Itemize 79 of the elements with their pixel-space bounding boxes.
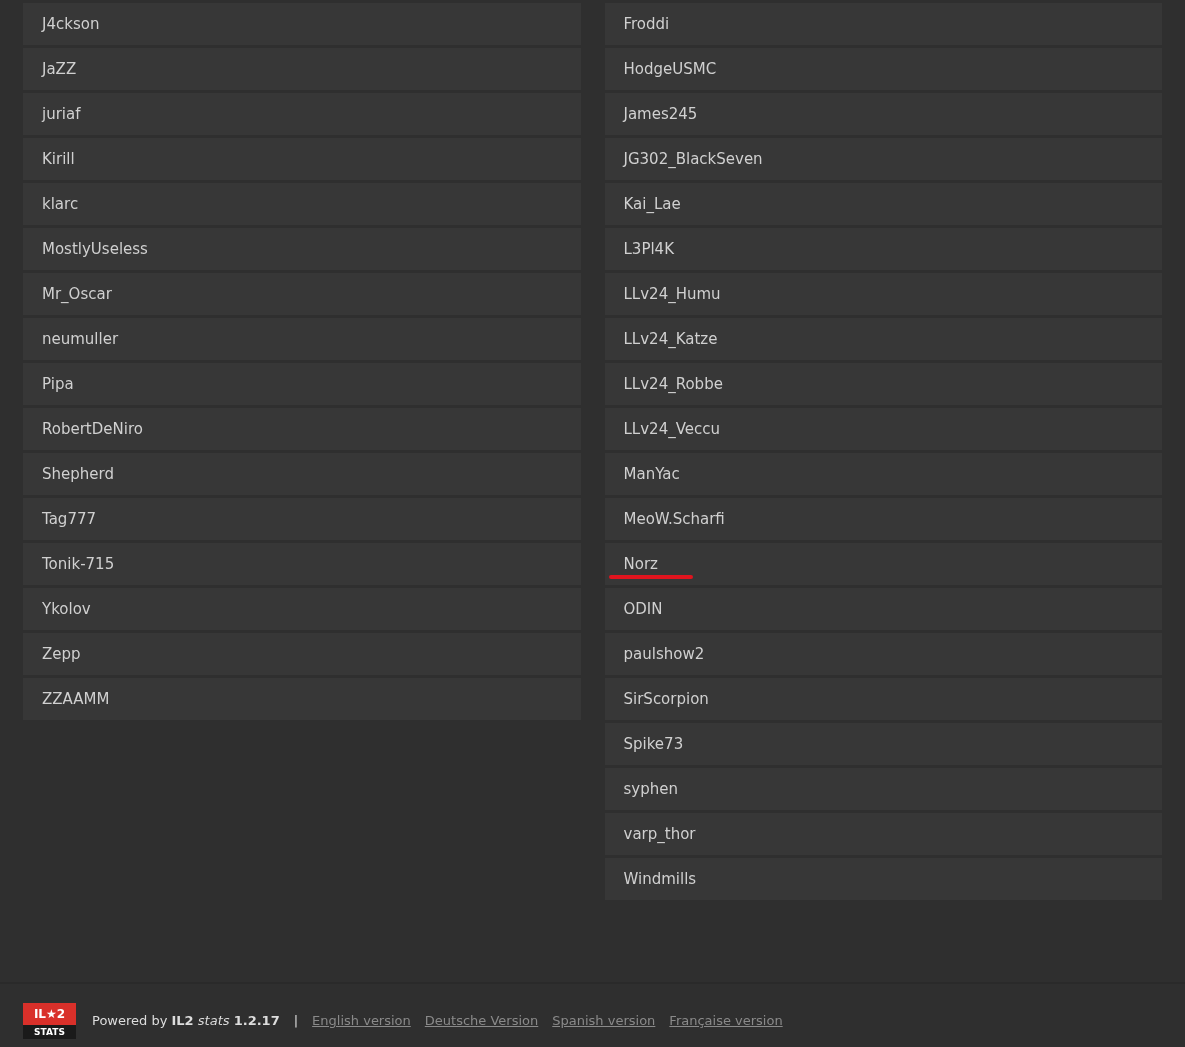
player-name[interactable]: neumuller <box>42 330 119 348</box>
player-row[interactable]: James245 <box>604 93 1162 135</box>
player-row[interactable]: juriaf <box>23 93 581 135</box>
player-row[interactable]: Tag777 <box>23 498 581 540</box>
player-row[interactable]: J4ckson <box>23 3 581 45</box>
player-row[interactable]: HodgeUSMC <box>604 48 1162 90</box>
player-row[interactable]: Shepherd <box>23 453 581 495</box>
player-row[interactable]: MeoW.Scharfi <box>604 498 1162 540</box>
player-row[interactable]: Froddi <box>604 3 1162 45</box>
player-name[interactable]: Pipa <box>42 375 74 393</box>
player-name[interactable]: varp_thor <box>623 825 696 843</box>
player-row[interactable]: ODIN <box>604 588 1162 630</box>
player-name[interactable]: syphen <box>623 780 678 798</box>
player-row[interactable]: klarc <box>23 183 581 225</box>
player-name[interactable]: ODIN <box>623 600 663 618</box>
player-name[interactable]: JaZZ <box>42 60 77 78</box>
player-row[interactable]: ZZAAMM <box>23 678 581 720</box>
player-row[interactable]: LLv24_Veccu <box>604 408 1162 450</box>
logo-top: IL★2 <box>23 1002 76 1025</box>
player-row[interactable]: LLv24_Robbe <box>604 363 1162 405</box>
player-name[interactable]: Spike73 <box>623 735 684 753</box>
player-name[interactable]: Zepp <box>42 645 81 663</box>
player-name[interactable]: Tonik-715 <box>42 555 115 573</box>
player-name[interactable]: Norz <box>623 555 658 573</box>
player-row[interactable]: paulshow2 <box>604 633 1162 675</box>
player-row[interactable]: Spike73 <box>604 723 1162 765</box>
player-name[interactable]: L3Pl4K <box>623 240 674 258</box>
player-name[interactable]: MeoW.Scharfi <box>623 510 725 528</box>
player-name[interactable]: Windmills <box>623 870 697 888</box>
player-row[interactable]: ManYac <box>604 453 1162 495</box>
player-row[interactable]: varp_thor <box>604 813 1162 855</box>
language-link[interactable]: Française version <box>669 1013 783 1028</box>
player-name[interactable]: LLv24_Katze <box>623 330 718 348</box>
player-row[interactable]: Ykolov <box>23 588 581 630</box>
language-link[interactable]: Spanish version <box>552 1013 656 1028</box>
player-row[interactable]: Zepp <box>23 633 581 675</box>
player-name[interactable]: LLv24_Humu <box>623 285 721 303</box>
player-name[interactable]: ZZAAMM <box>42 690 110 708</box>
player-name[interactable]: MostlyUseless <box>42 240 148 258</box>
player-name[interactable]: Kai_Lae <box>623 195 681 213</box>
player-name[interactable]: Shepherd <box>42 465 114 483</box>
player-name[interactable]: RobertDeNiro <box>42 420 143 438</box>
language-link[interactable]: English version <box>312 1013 411 1028</box>
player-row[interactable]: Pipa <box>23 363 581 405</box>
player-row[interactable]: MostlyUseless <box>23 228 581 270</box>
player-name[interactable]: HodgeUSMC <box>623 60 717 78</box>
player-name[interactable]: J4ckson <box>42 15 100 33</box>
player-name[interactable]: SirScorpion <box>623 690 709 708</box>
player-row[interactable]: RobertDeNiro <box>23 408 581 450</box>
player-name[interactable]: juriaf <box>42 105 81 123</box>
player-name[interactable]: paulshow2 <box>623 645 705 663</box>
player-name[interactable]: Tag777 <box>42 510 97 528</box>
player-row[interactable]: syphen <box>604 768 1162 810</box>
player-name[interactable]: LLv24_Robbe <box>623 375 723 393</box>
player-row[interactable]: Norz <box>604 543 1162 585</box>
player-row[interactable]: JG302_BlackSeven <box>604 138 1162 180</box>
separator: | <box>293 1013 299 1028</box>
player-name[interactable]: Mr_Oscar <box>42 285 112 303</box>
player-name[interactable]: Froddi <box>623 15 670 33</box>
player-row[interactable]: LLv24_Humu <box>604 273 1162 315</box>
player-name[interactable]: Ykolov <box>42 600 91 618</box>
player-row[interactable]: L3Pl4K <box>604 228 1162 270</box>
player-name[interactable]: LLv24_Veccu <box>623 420 720 438</box>
player-name[interactable]: ManYac <box>623 465 680 483</box>
player-name[interactable]: JG302_BlackSeven <box>623 150 763 168</box>
player-row[interactable]: JaZZ <box>23 48 581 90</box>
player-row[interactable]: Tonik-715 <box>23 543 581 585</box>
player-row[interactable]: Mr_Oscar <box>23 273 581 315</box>
player-row[interactable]: LLv24_Katze <box>604 318 1162 360</box>
player-name[interactable]: klarc <box>42 195 79 213</box>
language-link[interactable]: Deutsche Version <box>424 1013 539 1028</box>
player-row[interactable]: Windmills <box>604 858 1162 900</box>
player-row[interactable]: Kai_Lae <box>604 183 1162 225</box>
player-name[interactable]: James245 <box>623 105 698 123</box>
player-name[interactable]: Kirill <box>42 150 75 168</box>
player-row[interactable]: neumuller <box>23 318 581 360</box>
player-row[interactable]: Kirill <box>23 138 581 180</box>
powered-by-text: Powered by IL2 stats 1.2.17 <box>92 1013 280 1028</box>
player-row[interactable]: SirScorpion <box>604 678 1162 720</box>
